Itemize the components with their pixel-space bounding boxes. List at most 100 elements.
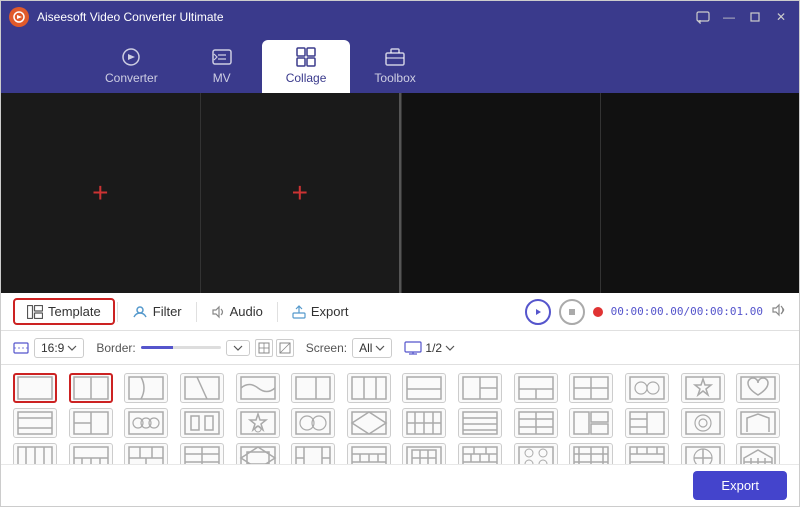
preview-right-cell-1 (401, 93, 600, 293)
tpl-item-18[interactable] (236, 408, 280, 438)
page-chevron (445, 345, 455, 351)
tpl-item-12[interactable] (681, 373, 725, 403)
main-content: + + Template (1, 93, 799, 506)
tab-toolbox[interactable]: Toolbox (350, 40, 439, 93)
tpl-item-22[interactable] (458, 408, 502, 438)
sep-1 (117, 302, 118, 322)
volume-icon[interactable] (771, 303, 787, 320)
maximize-btn[interactable] (745, 7, 765, 27)
tab-collage[interactable]: Collage (262, 40, 351, 93)
tpl-item-40[interactable] (681, 443, 725, 464)
screen-value: All (359, 341, 372, 355)
tab-converter-label: Converter (105, 71, 158, 85)
template-label: Template (48, 304, 101, 319)
border-grid-icon[interactable] (255, 339, 273, 357)
tab-mv[interactable]: MV (182, 40, 262, 93)
minimize-btn[interactable]: — (719, 7, 739, 27)
tpl-item-33[interactable] (291, 443, 335, 464)
tpl-item-32[interactable] (236, 443, 280, 464)
border-icons (255, 339, 294, 357)
bottom-bar: Export (1, 464, 799, 506)
tpl-item-0[interactable] (13, 373, 57, 403)
close-btn[interactable]: ✕ (771, 7, 791, 27)
tpl-item-10[interactable] (569, 373, 613, 403)
tpl-item-5[interactable] (291, 373, 335, 403)
tpl-item-30[interactable] (124, 443, 168, 464)
sep-2 (196, 302, 197, 322)
tpl-item-35[interactable] (402, 443, 446, 464)
play-btn[interactable] (525, 299, 551, 325)
tpl-item-21[interactable] (402, 408, 446, 438)
tpl-item-38[interactable] (569, 443, 613, 464)
tpl-item-36[interactable] (458, 443, 502, 464)
preview-cell-2[interactable]: + (201, 93, 400, 293)
monitor-group[interactable]: 1/2 (404, 341, 455, 355)
record-btn[interactable] (593, 307, 603, 317)
tpl-item-6[interactable] (347, 373, 391, 403)
preview-right (401, 93, 799, 293)
sep-3 (277, 302, 278, 322)
tpl-item-20[interactable] (347, 408, 391, 438)
tpl-item-16[interactable] (124, 408, 168, 438)
tpl-item-29[interactable] (69, 443, 113, 464)
border-group: Border: (96, 339, 293, 357)
tpl-item-26[interactable] (681, 408, 725, 438)
border-label: Border: (96, 341, 135, 355)
app-title: Aiseesoft Video Converter Ultimate (37, 10, 693, 24)
border-slider[interactable] (141, 346, 221, 349)
tpl-item-31[interactable] (180, 443, 224, 464)
tpl-item-9[interactable] (514, 373, 558, 403)
audio-btn[interactable]: Audio (199, 300, 275, 323)
tpl-item-11[interactable] (625, 373, 669, 403)
time-display: 00:00:00.00/00:00:01.00 (611, 305, 763, 318)
tpl-item-8[interactable] (458, 373, 502, 403)
ratio-icon (13, 341, 29, 355)
tpl-item-3[interactable] (180, 373, 224, 403)
tpl-item-25[interactable] (625, 408, 669, 438)
export-toolbar-btn[interactable]: Export (280, 300, 361, 323)
tab-converter[interactable]: Converter (81, 40, 182, 93)
ratio-chevron (67, 343, 77, 353)
tpl-item-24[interactable] (569, 408, 613, 438)
toolbar: Template Filter Audio (1, 293, 799, 331)
screen-select[interactable]: All (352, 338, 392, 358)
nav-tabs: Converter MV Collage (1, 33, 799, 93)
tpl-item-17[interactable] (180, 408, 224, 438)
page-display: 1/2 (425, 341, 442, 355)
tpl-item-27[interactable] (736, 408, 780, 438)
tpl-item-41[interactable] (736, 443, 780, 464)
border-chevron (233, 343, 243, 353)
tpl-item-4[interactable] (236, 373, 280, 403)
add-video-icon-2: + (292, 179, 308, 207)
message-btn[interactable] (693, 7, 713, 27)
tpl-item-39[interactable] (625, 443, 669, 464)
tpl-item-15[interactable] (69, 408, 113, 438)
tpl-item-7[interactable] (402, 373, 446, 403)
tpl-item-14[interactable] (13, 408, 57, 438)
titlebar: Aiseesoft Video Converter Ultimate — ✕ (1, 1, 799, 33)
export-button[interactable]: Export (693, 471, 787, 500)
screen-group: Screen: All (306, 338, 393, 358)
tpl-item-19[interactable] (291, 408, 335, 438)
tpl-item-37[interactable] (514, 443, 558, 464)
app-logo (9, 7, 29, 27)
screen-chevron (375, 343, 385, 353)
monitor-icon (404, 341, 422, 355)
border-dropdown[interactable] (226, 340, 250, 356)
preview-area: + + (1, 93, 799, 293)
filter-btn[interactable]: Filter (120, 300, 194, 323)
tab-collage-label: Collage (286, 71, 327, 85)
preview-cell-1[interactable]: + (1, 93, 201, 293)
stop-btn[interactable] (559, 299, 585, 325)
border-diag-icon[interactable] (276, 339, 294, 357)
tpl-item-28[interactable] (13, 443, 57, 464)
tpl-item-1[interactable] (69, 373, 113, 403)
tpl-item-23[interactable] (514, 408, 558, 438)
tpl-item-2[interactable] (124, 373, 168, 403)
options-bar: 16:9 Border: (1, 331, 799, 365)
tpl-item-13[interactable] (736, 373, 780, 403)
tpl-item-34[interactable] (347, 443, 391, 464)
toolbar-right: 00:00:00.00/00:00:01.00 (525, 299, 787, 325)
template-btn[interactable]: Template (13, 298, 115, 325)
ratio-select[interactable]: 16:9 (34, 338, 84, 358)
